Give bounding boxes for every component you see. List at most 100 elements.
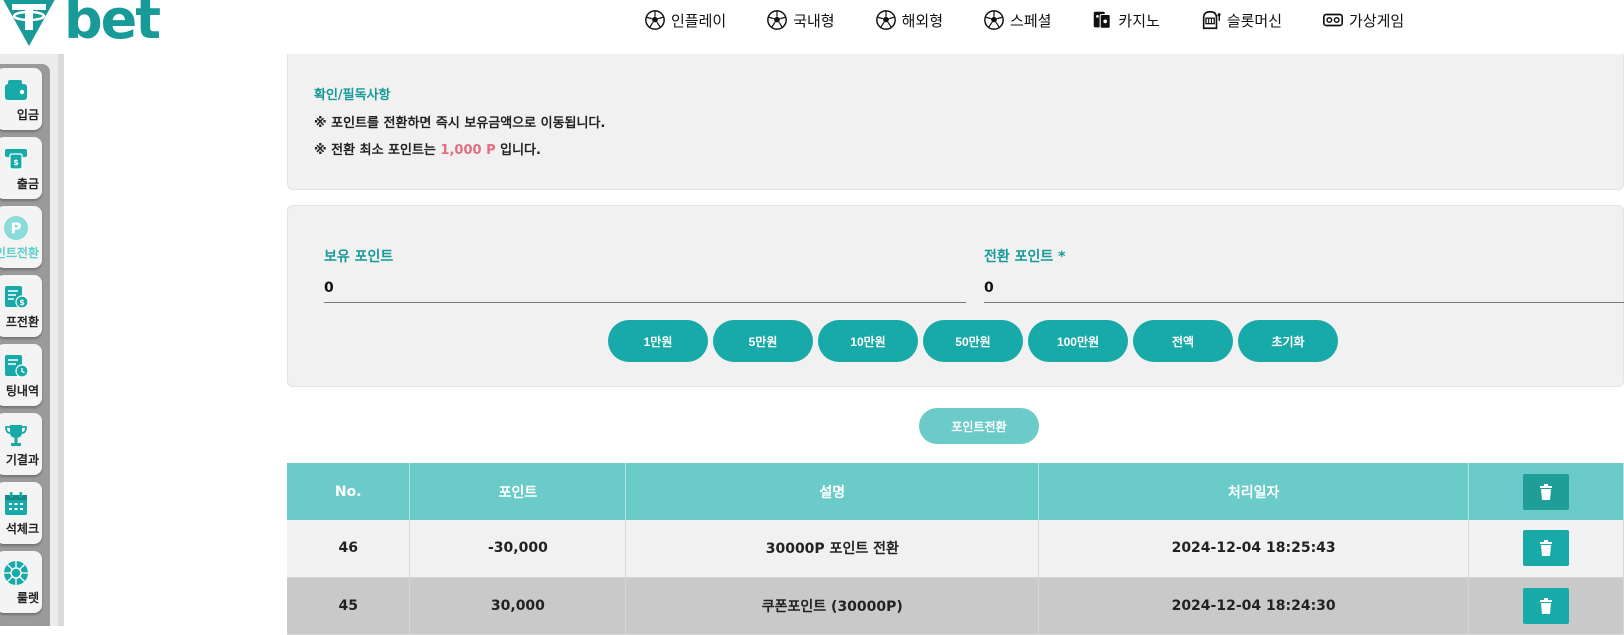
amount-10k-button[interactable]: 1만원 (608, 320, 708, 362)
sidebar-item-match-results[interactable]: 기결과 (0, 413, 42, 475)
sidebar-item-point-convert[interactable]: P 인트전환 (0, 206, 42, 268)
sidebar-item-label: 프전환 (5, 314, 39, 329)
trash-icon (1540, 597, 1553, 614)
reset-button[interactable]: 초기화 (1238, 320, 1338, 362)
point-convert-button[interactable]: 포인트전환 (919, 408, 1039, 444)
notice-panel: 확인/필독사항 ※ 포인트를 전환하면 즉시 보유금액으로 이동됩니다. ※ 전… (287, 54, 1624, 190)
cell-points: 30,000 (409, 577, 627, 635)
trash-icon (1540, 540, 1553, 557)
sidebar-item-attendance[interactable]: 석체크 (0, 482, 42, 544)
nav-label: 슬롯머신 (1226, 11, 1283, 30)
column-header-no: No. (287, 463, 411, 520)
sidebar-item-withdraw[interactable]: $ 출금 (0, 137, 42, 199)
calendar-icon (5, 491, 27, 515)
nav-label: 국내형 (793, 11, 835, 30)
soccer-ball-icon (645, 10, 665, 30)
sidebar-item-deposit[interactable]: 입금 (0, 68, 42, 130)
notice-line-1: ※ 포인트를 전환하면 즉시 보유금액으로 이동됩니다. (314, 116, 606, 131)
notice-line-2-prefix: ※ 전환 최소 포인트는 (314, 143, 441, 158)
cell-description: 30000P 포인트 전환 (625, 520, 1040, 578)
sidebar-item-label: 석체크 (5, 521, 39, 536)
nav-item-casino[interactable]: 카지노 (1091, 9, 1160, 31)
table-row: 46 -30,000 30000P 포인트 전환 2024-12-04 18:2… (287, 520, 1624, 578)
roulette-icon (4, 560, 28, 585)
amount-100k-button[interactable]: 10만원 (818, 320, 918, 362)
column-header-date: 처리일자 (1038, 463, 1470, 520)
slot-machine-icon (1202, 10, 1221, 30)
nav-item-slots[interactable]: 슬롯머신 (1200, 9, 1282, 31)
sidebar-item-label: 기결과 (5, 452, 39, 467)
delete-row-button[interactable] (1523, 587, 1570, 624)
logo-text: bet (64, 0, 161, 51)
cell-no: 46 (287, 520, 411, 578)
top-header: bet 인플레이 국내형 해외형 스페셜 카지노 슬롯머신 가상게임 (0, 0, 1624, 54)
column-header-delete (1468, 463, 1624, 520)
soccer-ball-icon (875, 10, 896, 30)
history-icon (5, 354, 29, 378)
amount-50k-button[interactable]: 5만원 (713, 320, 813, 362)
convert-points-field: 전환 포인트 * 0 (984, 246, 1624, 303)
delete-all-button[interactable] (1523, 473, 1570, 510)
convert-points-input[interactable]: 0 (984, 280, 1624, 303)
nav-item-inplay[interactable]: 인플레이 (644, 9, 726, 31)
convert-points-label: 전환 포인트 * (984, 249, 1066, 265)
sidebar-item-label: 출금 (16, 176, 39, 191)
soccer-ball-icon (767, 10, 788, 30)
trophy-icon (5, 424, 27, 446)
cell-date: 2024-12-04 18:25:43 (1038, 520, 1470, 578)
sidebar-item-label: 입금 (16, 107, 39, 122)
nav-label: 해외형 (901, 11, 944, 30)
column-header-points: 포인트 (409, 463, 627, 520)
table-row: 45 30,000 쿠폰포인트 (30000P) 2024-12-04 18:2… (287, 577, 1624, 635)
wallet-icon (5, 79, 27, 100)
nav-item-virtual[interactable]: 가상게임 (1322, 9, 1404, 31)
sidebar-item-bet-history[interactable]: 팅내역 (0, 344, 42, 406)
amount-button-group: 1만원 5만원 10만원 50만원 100만원 전액 초기화 (608, 320, 1343, 362)
svg-text:$: $ (13, 158, 19, 167)
nav-item-special[interactable]: 스페셜 (983, 9, 1051, 31)
sidebar-divider (58, 54, 64, 626)
notice-line-2-suffix: 입니다. (495, 143, 541, 158)
amount-all-button[interactable]: 전액 (1133, 320, 1233, 362)
point-history-table: No. 포인트 설명 처리일자 46 -30,000 30000P 포인트 전환… (287, 463, 1624, 635)
held-points-value: 0 (324, 280, 966, 303)
cards-icon (1094, 11, 1112, 29)
delete-row-button[interactable] (1523, 530, 1570, 567)
trash-icon (1540, 483, 1553, 500)
site-logo[interactable]: bet (0, 0, 161, 51)
cell-delete (1468, 577, 1624, 635)
point-convert-form: 보유 포인트 0 전환 포인트 * 0 1만원 5만원 10만원 50만원 10… (287, 205, 1624, 387)
held-points-label: 보유 포인트 (324, 249, 394, 265)
min-points-highlight: 1,000 P (440, 143, 496, 158)
vr-goggles-icon (1323, 13, 1344, 27)
soccer-ball-icon (984, 10, 1004, 30)
cell-description: 쿠폰포인트 (30000P) (625, 577, 1040, 635)
column-header-description: 설명 (625, 463, 1040, 520)
nav-label: 카지노 (1118, 11, 1160, 30)
withdraw-icon: $ (5, 148, 27, 170)
point-icon: P (4, 215, 28, 240)
sidebar-item-label: 인트전환 (0, 245, 39, 260)
coin-exchange-icon: $ (5, 285, 29, 309)
nav-item-domestic[interactable]: 국내형 (766, 9, 835, 31)
nav-label: 스페셜 (1010, 11, 1052, 30)
tether-logo-icon (3, 0, 55, 46)
nav-item-overseas[interactable]: 해외형 (875, 9, 943, 31)
top-navigation: 인플레이 국내형 해외형 스페셜 카지노 슬롯머신 가상게임 (644, 0, 1444, 40)
sidebar-item-label: 팅내역 (5, 383, 39, 398)
sidebar-item-label: 룰렛 (16, 590, 39, 605)
nav-label: 가상게임 (1349, 11, 1405, 30)
amount-1m-button[interactable]: 100만원 (1028, 320, 1128, 362)
nav-label: 인플레이 (671, 11, 727, 30)
svg-text:$: $ (19, 298, 25, 307)
notice-line-2: ※ 전환 최소 포인트는 1,000 P 입니다. (314, 139, 541, 158)
sidebar-item-coupon-convert[interactable]: $ 프전환 (0, 275, 42, 337)
amount-500k-button[interactable]: 50만원 (923, 320, 1023, 362)
cell-date: 2024-12-04 18:24:30 (1038, 577, 1470, 635)
cell-no: 45 (287, 577, 411, 635)
cell-points: -30,000 (409, 520, 627, 578)
cell-delete (1468, 520, 1624, 578)
held-points-field: 보유 포인트 0 (324, 246, 966, 303)
svg-text:P: P (11, 219, 22, 237)
sidebar-item-roulette[interactable]: 룰렛 (0, 551, 42, 613)
